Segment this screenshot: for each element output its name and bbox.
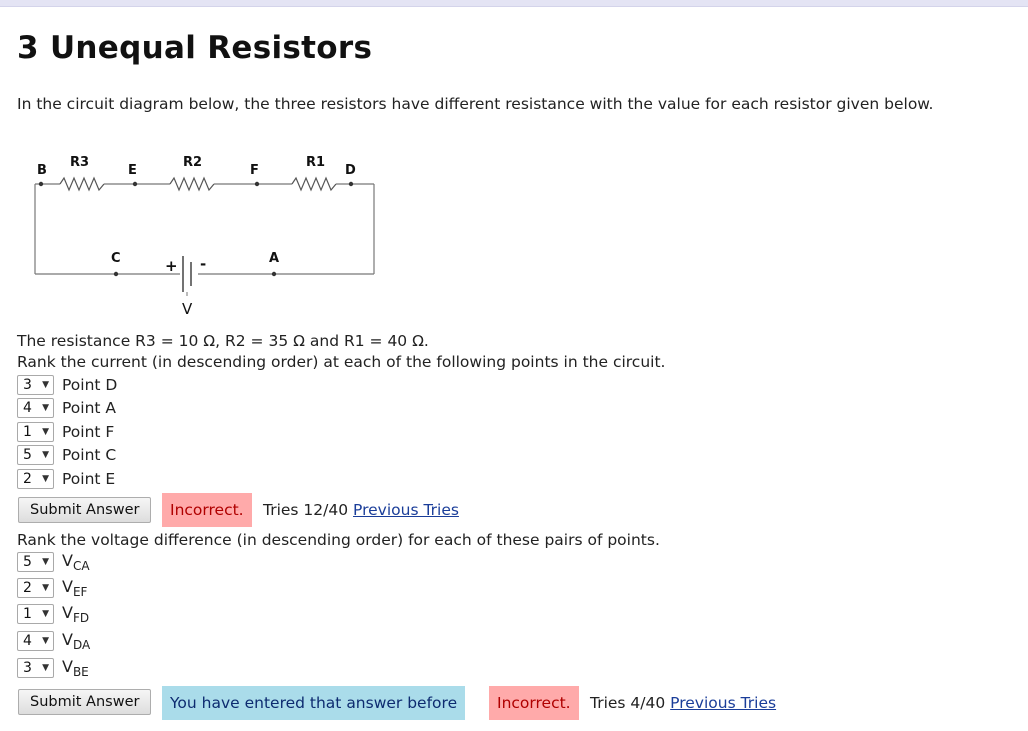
- battery-plus: +: [165, 257, 178, 275]
- page-title: 3 Unequal Resistors: [17, 30, 373, 66]
- point-a-dot: [271, 271, 277, 277]
- q2-item-label: VFD: [62, 603, 90, 625]
- q1-item: 4 ▼ Point A: [17, 397, 116, 419]
- resistor-label-r2: R2: [183, 155, 202, 170]
- resistor-label-r1: R1: [306, 155, 325, 170]
- q1-item: 5 ▼ Point C: [17, 444, 116, 466]
- q2-tries: Tries 4/40 Previous Tries: [590, 694, 776, 712]
- point-d-dot: [348, 181, 354, 187]
- point-b-dot: [38, 181, 44, 187]
- q2-item: 5 ▼ VCA: [17, 551, 90, 573]
- q1-incorrect-badge: Incorrect.: [162, 493, 252, 527]
- intro-text: In the circuit diagram below, the three …: [17, 95, 934, 113]
- q2-incorrect-badge: Incorrect.: [489, 686, 579, 720]
- q1-item-label: Point E: [62, 470, 116, 488]
- q1-tries-count: Tries 12/40: [263, 501, 349, 519]
- resistor-r2: [169, 176, 215, 192]
- resistor-label-r3: R3: [70, 155, 89, 170]
- q2-item: 4 ▼ VDA: [17, 630, 90, 652]
- resistor-r3: [59, 176, 105, 192]
- q1-item-label: Point D: [62, 376, 118, 394]
- rank-select[interactable]: 5 ▼: [17, 552, 54, 572]
- rank-select[interactable]: 5 ▼: [17, 445, 54, 465]
- q2-item: 3 ▼ VBE: [17, 657, 89, 679]
- q1-item-label: Point A: [62, 399, 117, 417]
- battery-minus: -: [200, 255, 206, 273]
- top-bar: [0, 0, 1028, 7]
- q2-tries-count: Tries 4/40: [590, 694, 666, 712]
- q1-tries: Tries 12/40 Previous Tries: [263, 501, 459, 519]
- point-label-f: F: [250, 163, 259, 178]
- battery-label-v: V: [182, 300, 193, 318]
- chevron-down-icon: ▼: [42, 380, 49, 390]
- rank-select[interactable]: 4 ▼: [17, 398, 54, 418]
- q1-item-label: Point C: [62, 446, 117, 464]
- circuit-diagram: B R3 E R2 F R1 D C + - A V: [34, 155, 375, 318]
- battery-icon: [182, 256, 192, 296]
- rank-select[interactable]: 4 ▼: [17, 631, 54, 651]
- chevron-down-icon: ▼: [42, 636, 49, 646]
- point-label-c: C: [111, 251, 121, 266]
- point-label-d: D: [345, 163, 356, 178]
- chevron-down-icon: ▼: [42, 450, 49, 460]
- q1-item: 2 ▼ Point E: [17, 468, 115, 490]
- chevron-down-icon: ▼: [42, 557, 49, 567]
- rank-select[interactable]: 1 ▼: [17, 604, 54, 624]
- rank-select[interactable]: 3 ▼: [17, 658, 54, 678]
- q2-item-label: VBE: [62, 657, 89, 679]
- chevron-down-icon: ▼: [42, 609, 49, 619]
- q2-prompt: Rank the voltage difference (in descendi…: [17, 531, 660, 549]
- rank-select[interactable]: 2 ▼: [17, 469, 54, 489]
- q2-duplicate-answer-notice: You have entered that answer before: [162, 686, 466, 720]
- point-f-dot: [254, 181, 260, 187]
- q2-item-label: VDA: [62, 630, 91, 652]
- rank-select[interactable]: 2 ▼: [17, 578, 54, 598]
- q1-item-label: Point F: [62, 423, 115, 441]
- q2-previous-tries-link[interactable]: Previous Tries: [670, 694, 776, 712]
- point-c-dot: [113, 271, 119, 277]
- given-values: The resistance R3 = 10 Ω, R2 = 35 Ω and …: [17, 332, 429, 350]
- chevron-down-icon: ▼: [42, 663, 49, 673]
- point-label-e: E: [128, 163, 137, 178]
- chevron-down-icon: ▼: [42, 427, 49, 437]
- q2-item-label: VCA: [62, 551, 90, 573]
- q1-prompt: Rank the current (in descending order) a…: [17, 353, 666, 371]
- q2-submit-button[interactable]: Submit Answer: [18, 689, 152, 715]
- chevron-down-icon: ▼: [42, 403, 49, 413]
- q1-item: 1 ▼ Point F: [17, 421, 114, 443]
- chevron-down-icon: ▼: [42, 474, 49, 484]
- chevron-down-icon: ▼: [42, 583, 49, 593]
- q1-item: 3 ▼ Point D: [17, 374, 117, 396]
- point-label-a: A: [269, 251, 279, 266]
- resistor-r1: [291, 176, 337, 192]
- q2-item: 2 ▼ VEF: [17, 577, 87, 599]
- q1-submit-button[interactable]: Submit Answer: [18, 497, 152, 523]
- point-e-dot: [132, 181, 138, 187]
- q2-item: 1 ▼ VFD: [17, 603, 89, 625]
- rank-select[interactable]: 3 ▼: [17, 375, 54, 395]
- q2-item-label: VEF: [62, 577, 88, 599]
- q1-previous-tries-link[interactable]: Previous Tries: [353, 501, 459, 519]
- rank-select[interactable]: 1 ▼: [17, 422, 54, 442]
- point-label-b: B: [37, 163, 47, 178]
